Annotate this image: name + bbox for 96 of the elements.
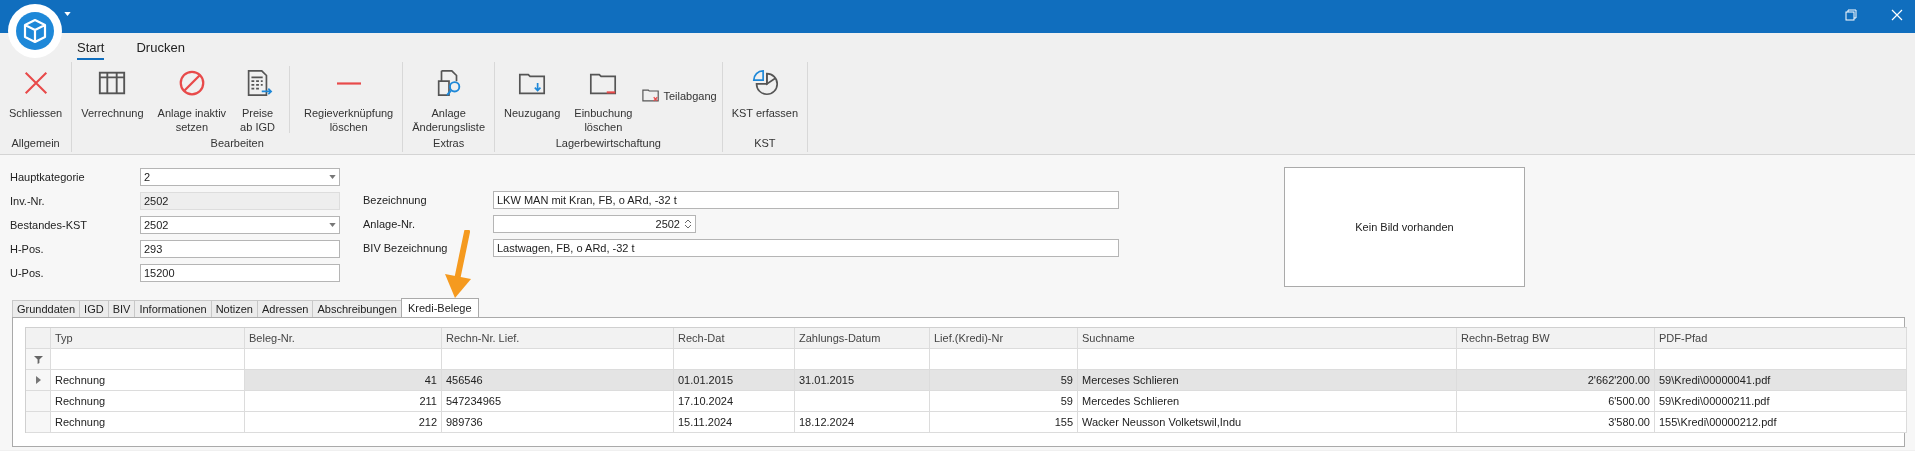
filter-cell[interactable] xyxy=(1078,349,1457,370)
ribbon-button[interactable]: Schliessen xyxy=(3,66,69,122)
group-label: Allgemein xyxy=(10,137,61,151)
table-cell: 3'580.00 xyxy=(1457,412,1655,433)
table-cell: 59 xyxy=(930,370,1078,391)
table-cell: Rechnung xyxy=(51,391,245,412)
combo-box[interactable]: 2 xyxy=(140,168,340,186)
restore-icon[interactable] xyxy=(1845,9,1857,21)
group-label: Bearbeiten xyxy=(209,137,265,151)
table-cell: Merceses Schlieren xyxy=(1078,370,1457,391)
row-header[interactable] xyxy=(26,370,51,391)
table-cell: Wacker Neusson Volketswil,Indu xyxy=(1078,412,1457,433)
table-cell: 59\Kredi\00000041.pdf xyxy=(1655,370,1907,391)
filter-cell[interactable] xyxy=(442,349,674,370)
field-label: H-Pos. xyxy=(10,243,45,255)
table-cell: 59 xyxy=(930,391,1078,412)
field-label: Inv.-Nr. xyxy=(10,195,46,207)
column-header[interactable]: PDF-Pfad xyxy=(1655,328,1907,349)
dropdown-icon[interactable] xyxy=(64,12,71,16)
tab[interactable]: Notizen xyxy=(210,300,258,317)
input-field[interactable]: 15200 xyxy=(140,264,340,282)
filter-icon[interactable] xyxy=(33,354,43,364)
table-cell: 15.11.2024 xyxy=(674,412,795,433)
field-label: U-Pos. xyxy=(10,267,45,279)
field-label: Hauptkategorie xyxy=(10,171,86,183)
app-logo[interactable] xyxy=(8,4,62,58)
column-header[interactable]: Typ xyxy=(51,328,245,349)
table-cell: 155 xyxy=(930,412,1078,433)
table-cell: 18.12.2024 xyxy=(795,412,930,433)
ribbon-button[interactable]: Regieverknüpfung löschen xyxy=(297,66,400,136)
tab[interactable]: Informationen xyxy=(134,300,212,317)
filter-cell[interactable] xyxy=(1655,349,1907,370)
ribbon-button[interactable]: Neuzugang xyxy=(498,66,567,122)
group-label: KST xyxy=(753,137,777,151)
table-cell: Mercedes Schlieren xyxy=(1078,391,1457,412)
table-cell: 212 xyxy=(245,412,442,433)
column-header[interactable]: Rechn-Betrag BW xyxy=(1457,328,1655,349)
tab[interactable]: IGD xyxy=(79,300,109,317)
field-label: BIV Bezeichnung xyxy=(363,242,449,254)
ribbon-button[interactable]: Anlage inaktiv setzen xyxy=(151,66,233,136)
tab[interactable]: BIV xyxy=(107,300,136,317)
spin-box[interactable]: 2502 xyxy=(493,215,696,233)
column-header[interactable]: Beleg-Nr. xyxy=(245,328,442,349)
table-cell: 59\Kredi\00000211.pdf xyxy=(1655,391,1907,412)
column-header[interactable]: Suchname xyxy=(1078,328,1457,349)
filter-cell[interactable] xyxy=(51,349,245,370)
table-cell: 31.01.2015 xyxy=(795,370,930,391)
column-header[interactable]: Rechn-Nr. Lief. xyxy=(442,328,674,349)
column-header[interactable]: Rech-Dat xyxy=(674,328,795,349)
ribbon-button[interactable]: Verrechnung xyxy=(75,66,150,122)
filter-cell[interactable] xyxy=(245,349,442,370)
field-label: Bestandes-KST xyxy=(10,219,89,231)
table-cell: 211 xyxy=(245,391,442,412)
tab[interactable]: Kredi-Belege xyxy=(400,298,479,317)
group-label: Lagerbewirtschaftung xyxy=(554,137,662,151)
tab[interactable]: Grunddaten xyxy=(12,300,81,317)
table-cell: 01.01.2015 xyxy=(674,370,795,391)
minus-icon xyxy=(336,82,361,85)
filter-cell[interactable] xyxy=(795,349,930,370)
row-indicator-icon xyxy=(35,376,41,384)
table-cell: Rechnung xyxy=(51,370,245,391)
table-cell: 17.10.2024 xyxy=(674,391,795,412)
tab[interactable]: Abschreibungen xyxy=(312,300,402,317)
table-cell: 456546 xyxy=(442,370,674,391)
ribbon-button[interactable]: Preise ab IGD xyxy=(234,66,281,136)
field-label: Anlage-Nr. xyxy=(363,218,416,230)
input-field[interactable]: 2502 xyxy=(140,192,340,210)
table-cell: Rechnung xyxy=(51,412,245,433)
table-cell: 547234965 xyxy=(442,391,674,412)
input-field[interactable]: Lastwagen, FB, o ARd, -32 t xyxy=(493,239,1119,257)
ribbon-tab[interactable]: Start xyxy=(77,40,105,60)
folder-icon xyxy=(642,88,661,103)
combo-box[interactable]: 2502 xyxy=(140,216,340,234)
column-header[interactable]: Lief.(Kredi)-Nr xyxy=(930,328,1078,349)
table-cell: 41 xyxy=(245,370,442,391)
table-cell: 2'662'200.00 xyxy=(1457,370,1655,391)
filter-cell[interactable] xyxy=(1457,349,1655,370)
input-field[interactable]: LKW MAN mit Kran, FB, o ARd, -32 t xyxy=(493,191,1119,209)
tab[interactable]: Adressen xyxy=(256,300,314,317)
filter-cell[interactable] xyxy=(930,349,1078,370)
input-field[interactable]: 293 xyxy=(140,240,340,258)
ribbon-button[interactable]: Anlage Änderungsliste xyxy=(406,66,492,136)
table-cell: 6'500.00 xyxy=(1457,391,1655,412)
close-icon[interactable] xyxy=(1891,9,1903,21)
group-label: Extras xyxy=(432,137,466,151)
placeholder-text: Kein Bild vorhanden xyxy=(1355,221,1454,233)
column-header[interactable]: Zahlungs-Datum xyxy=(795,328,930,349)
field-label: Bezeichnung xyxy=(363,194,428,206)
table-cell: 155\Kredi\00000212.pdf xyxy=(1655,412,1907,433)
ribbon-button[interactable]: Einbuchung löschen xyxy=(568,66,639,136)
filter-row-header[interactable] xyxy=(26,349,51,370)
filter-cell[interactable] xyxy=(674,349,795,370)
ribbon-tab[interactable]: Drucken xyxy=(136,40,185,60)
ribbon-button[interactable]: Teilabgang xyxy=(640,86,719,105)
table-cell: 989736 xyxy=(442,412,674,433)
ribbon-button[interactable]: KST erfassen xyxy=(725,66,805,122)
